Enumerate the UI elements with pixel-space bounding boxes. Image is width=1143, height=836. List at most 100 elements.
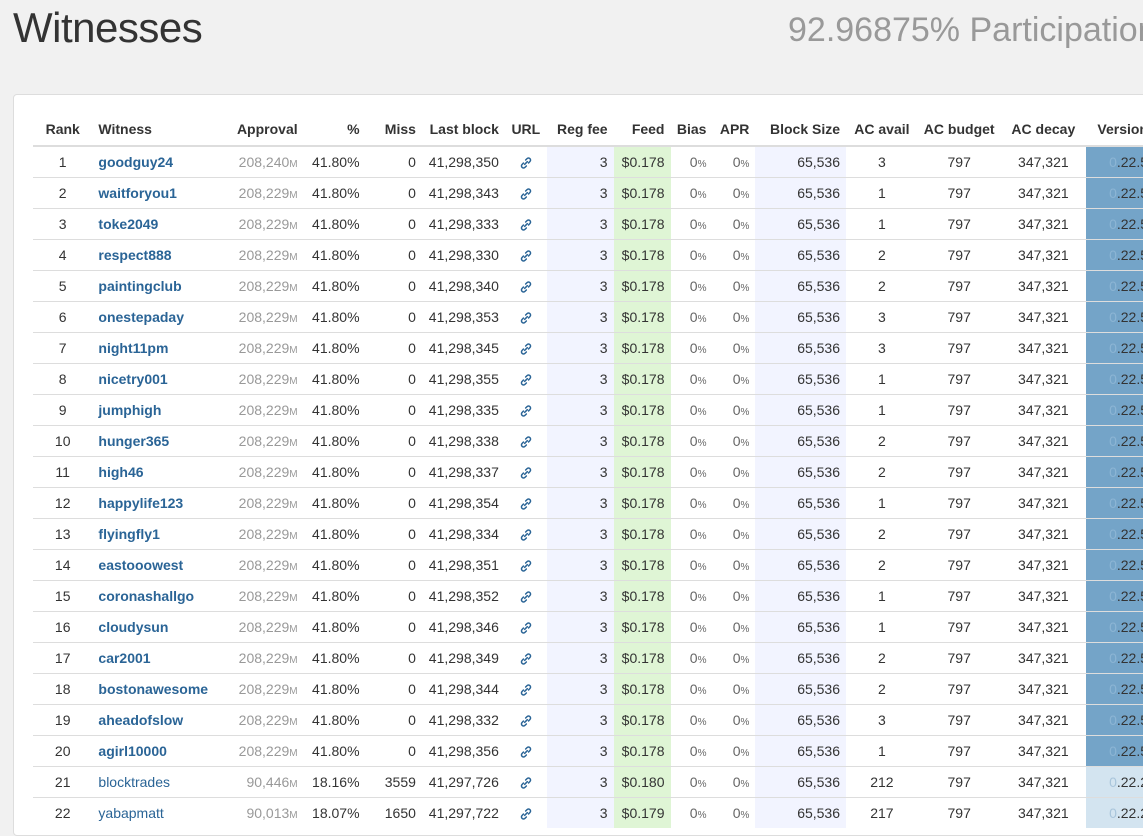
url-cell xyxy=(504,673,547,705)
apr-percent-sign: % xyxy=(740,221,750,232)
witness-link[interactable]: agirl10000 xyxy=(98,743,167,759)
col-header-rank[interactable]: Rank xyxy=(33,113,93,147)
apr-cell: 0% xyxy=(712,145,756,178)
version-prefix: 0 xyxy=(1109,557,1117,573)
col-header-version[interactable]: Version xyxy=(1086,113,1143,147)
link-icon[interactable] xyxy=(519,156,533,170)
approval-cell: 208,229M xyxy=(228,518,304,550)
link-icon[interactable] xyxy=(519,590,533,604)
rank-cell: 15 xyxy=(33,580,93,612)
col-header-approval[interactable]: Approval xyxy=(228,113,304,147)
version-prefix: 0 xyxy=(1109,309,1117,325)
percent-cell: 18.07% xyxy=(303,797,366,828)
feed-cell: $0.178 xyxy=(613,145,671,178)
witness-link[interactable]: high46 xyxy=(98,464,143,480)
witness-link[interactable]: eastooowest xyxy=(98,557,183,573)
link-icon[interactable] xyxy=(519,435,533,449)
link-icon[interactable] xyxy=(519,187,533,201)
table-row: 9 jumphigh 208,229M 41.80% 0 41,298,335 3 $0.17… xyxy=(33,394,1143,426)
approval-cell: 208,229M xyxy=(228,177,304,209)
ac-decay-cell: 347,321 xyxy=(1000,549,1087,581)
witness-link[interactable]: coronashallgo xyxy=(98,588,194,604)
reg-fee-cell: 3 xyxy=(546,704,614,736)
link-icon[interactable] xyxy=(519,218,533,232)
witness-link[interactable]: onestepaday xyxy=(98,309,184,325)
witness-link[interactable]: aheadofslow xyxy=(98,712,183,728)
bias-cell: 0% xyxy=(670,177,713,209)
rank-cell: 11 xyxy=(33,456,93,488)
bias-value: 0 xyxy=(689,433,698,449)
link-icon[interactable] xyxy=(519,528,533,542)
bias-value: 0 xyxy=(689,619,698,635)
col-header-block-size[interactable]: Block Size xyxy=(755,113,847,147)
link-icon[interactable] xyxy=(519,621,533,635)
version-cell: 0.22.5 xyxy=(1086,208,1143,240)
block-size-cell: 65,536 xyxy=(755,239,847,271)
link-icon[interactable] xyxy=(519,342,533,356)
version-main: .22.5 xyxy=(1116,743,1143,759)
witness-link[interactable]: cloudysun xyxy=(98,619,168,635)
version-main: .22.5 xyxy=(1116,433,1143,449)
feed-cell: $0.178 xyxy=(613,270,671,302)
apr-percent-sign: % xyxy=(740,376,750,387)
witness-link[interactable]: flyingfly1 xyxy=(98,526,159,542)
witness-link[interactable]: car2001 xyxy=(98,650,150,666)
witness-link[interactable]: hunger365 xyxy=(98,433,169,449)
link-icon[interactable] xyxy=(519,714,533,728)
link-icon[interactable] xyxy=(519,559,533,573)
col-header-feed[interactable]: Feed xyxy=(613,113,671,147)
witness-link[interactable]: jumphigh xyxy=(98,402,161,418)
link-icon[interactable] xyxy=(519,745,533,759)
link-icon[interactable] xyxy=(519,249,533,263)
approval-value: 208,240 xyxy=(238,154,290,170)
link-icon[interactable] xyxy=(519,652,533,666)
col-header-miss[interactable]: Miss xyxy=(365,113,422,147)
witness-link[interactable]: blocktrades xyxy=(98,774,170,790)
witness-link[interactable]: nicetry001 xyxy=(98,371,167,387)
witness-link[interactable]: night11pm xyxy=(98,340,168,356)
col-header-ac-budget[interactable]: AC budget xyxy=(917,113,1001,147)
link-icon[interactable] xyxy=(519,280,533,294)
link-icon[interactable] xyxy=(519,807,533,821)
witness-cell: hunger365 xyxy=(92,425,229,457)
ac-avail-cell: 2 xyxy=(846,239,918,271)
reg-fee-cell: 3 xyxy=(546,301,614,333)
col-header-reg-fee[interactable]: Reg fee xyxy=(546,113,614,147)
witness-link[interactable]: respect888 xyxy=(98,247,171,263)
version-cell: 0.22.5 xyxy=(1086,301,1143,333)
witness-link[interactable]: toke2049 xyxy=(98,216,158,232)
approval-unit: M xyxy=(289,686,298,697)
col-header-percent[interactable]: % xyxy=(303,113,366,147)
version-cell: 0.22.2 xyxy=(1086,766,1143,798)
witness-link[interactable]: goodguy24 xyxy=(98,154,173,170)
apr-value: 0 xyxy=(732,495,741,511)
witness-link[interactable]: happylife123 xyxy=(98,495,183,511)
link-icon[interactable] xyxy=(519,683,533,697)
col-header-apr[interactable]: APR xyxy=(712,113,756,147)
reg-fee-cell: 3 xyxy=(546,270,614,302)
block-size-cell: 65,536 xyxy=(755,145,847,178)
witness-link[interactable]: waitforyou1 xyxy=(98,185,177,201)
link-icon[interactable] xyxy=(519,776,533,790)
witness-link[interactable]: paintingclub xyxy=(98,278,181,294)
witness-link[interactable]: bostonawesome xyxy=(98,681,208,697)
witness-cell: paintingclub xyxy=(92,270,229,302)
link-icon[interactable] xyxy=(519,497,533,511)
col-header-ac-avail[interactable]: AC avail xyxy=(846,113,918,147)
col-header-bias[interactable]: Bias xyxy=(670,113,713,147)
version-main: .22.5 xyxy=(1116,712,1143,728)
col-header-last-block[interactable]: Last block xyxy=(421,113,505,147)
link-icon[interactable] xyxy=(519,373,533,387)
link-icon[interactable] xyxy=(519,311,533,325)
link-icon[interactable] xyxy=(519,466,533,480)
last-block-cell: 41,298,332 xyxy=(421,704,505,736)
version-cell: 0.22.5 xyxy=(1086,518,1143,550)
approval-cell: 208,229M xyxy=(228,549,304,581)
col-header-witness[interactable]: Witness xyxy=(92,113,229,147)
witness-link[interactable]: yabapmatt xyxy=(98,805,163,821)
col-header-ac-decay[interactable]: AC decay xyxy=(1000,113,1087,147)
link-icon[interactable] xyxy=(519,404,533,418)
rank-cell: 9 xyxy=(33,394,93,426)
table-row: 11 high46 208,229M 41.80% 0 41,298,337 3 $0.178… xyxy=(33,456,1143,488)
col-header-url[interactable]: URL xyxy=(504,113,547,147)
